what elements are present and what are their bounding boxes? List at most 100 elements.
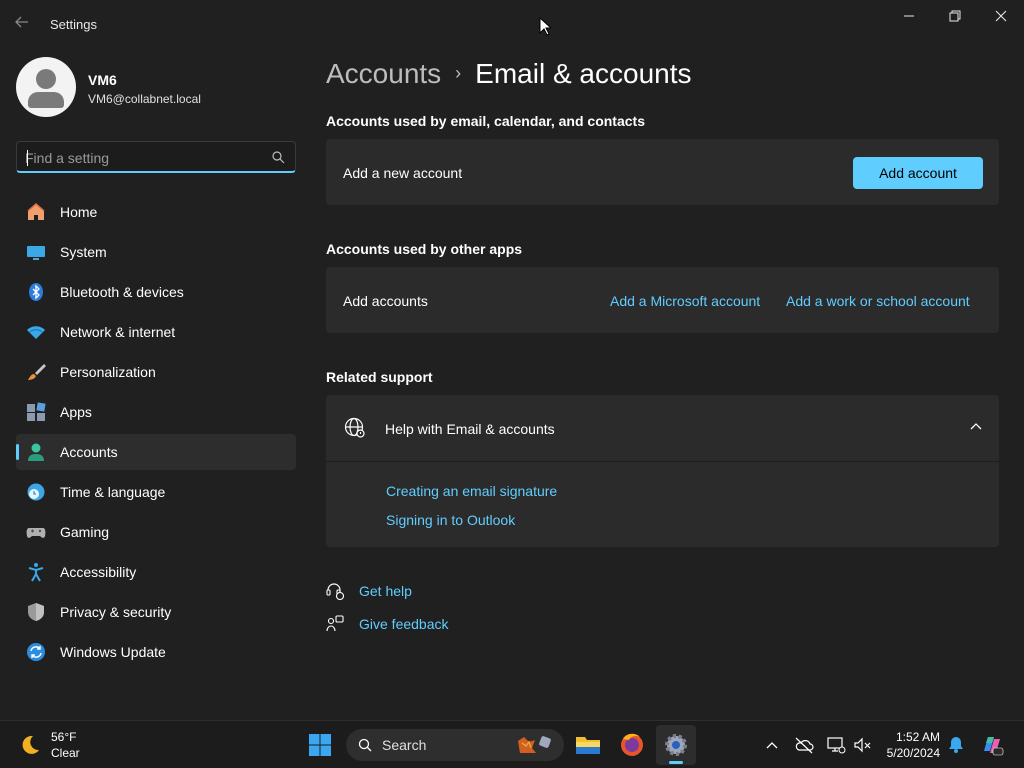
section-title-email-accounts: Accounts used by email, calendar, and co… [326,113,645,129]
add-accounts-label: Add accounts [343,293,428,309]
sidebar-item-accounts[interactable]: Accounts [16,434,296,470]
sidebar-item-label: Privacy & security [60,604,172,620]
sidebar-item-bluetooth[interactable]: Bluetooth & devices [16,274,296,310]
add-new-account-label: Add a new account [343,165,463,181]
sidebar-item-privacy[interactable]: Privacy & security [16,594,296,630]
notifications-button[interactable] [946,735,966,755]
tray-onedrive[interactable] [794,735,814,755]
chevron-right-icon: › [455,63,462,83]
profile-name: VM6 [88,72,117,88]
clock-globe-icon [27,483,45,501]
tray-overflow-button[interactable] [762,735,782,755]
sidebar-item-accessibility[interactable]: Accessibility [16,554,296,590]
search-input[interactable] [25,148,265,168]
sidebar-item-network[interactable]: Network & internet [16,314,296,350]
minimize-button[interactable] [886,6,932,28]
search-icon [358,738,372,752]
search-highlight-icon [518,736,551,753]
search-icon[interactable] [271,150,285,164]
section-title-other-apps: Accounts used by other apps [326,241,523,257]
sidebar-item-system[interactable]: System [16,234,296,270]
sidebar-item-time-language[interactable]: Time & language [16,474,296,510]
folder-icon [576,737,600,754]
sidebar-item-apps[interactable]: Apps [16,394,296,430]
bluetooth-icon [29,283,43,301]
sidebar-item-label: Bluetooth & devices [60,284,184,300]
taskbar-search[interactable]: Search [346,729,564,761]
gamepad-icon [26,528,46,538]
system-icon [27,246,45,260]
sidebar-item-label: Apps [60,404,92,420]
taskbar-app-firefox[interactable] [612,725,652,765]
creating-email-signature-link[interactable]: Creating an email signature [386,483,557,499]
close-button[interactable] [978,6,1024,28]
copilot-button[interactable] [980,733,1004,757]
get-help-link[interactable]: Get help [359,583,412,599]
taskbar-clock-date[interactable]: 5/20/2024 [887,746,940,760]
give-feedback-icon [326,615,344,632]
update-icon [27,643,45,661]
avatar [16,57,76,117]
apps-icon [27,402,46,421]
title-bar: Settings [0,0,1024,48]
brush-icon [28,364,46,380]
add-work-school-account-link[interactable]: Add a work or school account [786,293,970,309]
active-app-indicator [669,761,683,764]
sidebar-item-windows-update[interactable]: Windows Update [16,634,296,670]
weather-condition: Clear [51,746,80,760]
taskbar-clock-time[interactable]: 1:52 AM [896,730,940,744]
chevron-up-icon [766,742,778,749]
help-expander-header[interactable]: Help with Email & accounts [326,395,999,461]
sidebar-item-label: Personalization [60,364,156,380]
sidebar-item-label: Home [60,204,98,220]
add-new-account-card: Add a new account Add account [326,139,999,205]
give-feedback-link[interactable]: Give feedback [359,616,449,632]
back-arrow-icon [15,16,28,28]
help-expander: Help with Email & accounts Creating an e… [326,395,999,547]
windows-start-icon[interactable] [308,733,332,757]
firefox-icon [621,733,643,756]
weather-temperature: 56°F [51,730,77,744]
profile-email: VM6@collabnet.local [88,92,201,106]
taskbar-search-label: Search [382,737,427,753]
restore-button[interactable] [932,6,978,28]
breadcrumb-parent[interactable]: Accounts [326,58,441,89]
sidebar-nav: Home System Bluetooth & devices Network … [16,194,296,674]
taskbar: 56°F Clear Search 1:52 AM 5/20/2024 [0,720,1024,768]
tray-volume[interactable] [852,735,872,755]
accessibility-icon [28,563,44,582]
sidebar-item-label: Gaming [60,524,110,540]
add-account-button[interactable]: Add account [853,157,983,189]
wifi-icon [27,326,45,339]
sidebar-item-gaming[interactable]: Gaming [16,514,296,550]
add-microsoft-account-link[interactable]: Add a Microsoft account [610,293,760,309]
get-help-icon [326,583,344,600]
sidebar-item-home[interactable]: Home [16,194,296,230]
accounts-icon [28,443,44,461]
add-accounts-card: Add accounts Add a Microsoft account Add… [326,267,999,333]
close-icon [995,10,1007,22]
cloud-offline-icon [795,737,814,754]
globe-icon [344,417,365,438]
sidebar-item-label: Time & language [60,484,166,500]
divider [326,461,999,462]
user-profile[interactable]: VM6 VM6@collabnet.local [16,57,296,117]
sidebar-item-personalization[interactable]: Personalization [16,354,296,390]
sidebar-item-label: Network & internet [60,324,176,340]
shield-icon [28,603,44,621]
volume-muted-icon [854,737,871,753]
signing-in-outlook-link[interactable]: Signing in to Outlook [386,512,515,528]
sidebar-item-label: Windows Update [60,644,166,660]
home-icon [27,203,45,220]
active-indicator [16,444,19,460]
mouse-cursor-icon [539,17,551,36]
search-box[interactable] [16,141,296,173]
chevron-up-icon[interactable] [969,421,983,431]
minimize-icon [904,15,914,17]
taskbar-app-file-explorer[interactable] [568,725,608,765]
back-button[interactable] [14,14,34,34]
tray-network[interactable] [826,735,846,755]
sidebar-item-label: Accessibility [60,564,137,580]
section-title-related-support: Related support [326,369,433,385]
taskbar-app-settings[interactable] [656,725,696,765]
